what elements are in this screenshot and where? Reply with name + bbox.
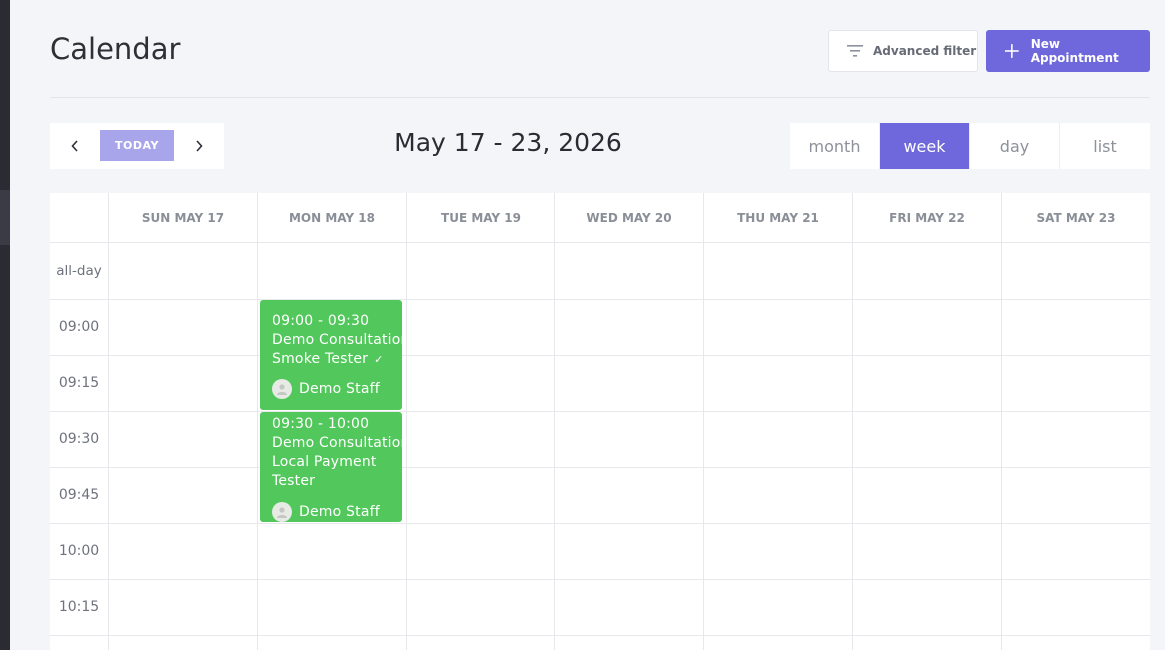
grid-column-line	[554, 193, 555, 650]
grid-row-line	[50, 635, 1150, 636]
grid-column-line	[406, 193, 407, 650]
grid-column-line	[257, 193, 258, 650]
plus-icon	[1004, 44, 1019, 58]
grid-column-line	[1001, 193, 1002, 650]
event-staff: Demo Staff	[272, 502, 402, 522]
header-divider	[50, 97, 1150, 98]
new-appointment-label: New Appointment	[1030, 37, 1119, 65]
week-calendar-grid: SUN MAY 17 MON MAY 18 TUE MAY 19 WED MAY…	[50, 193, 1150, 650]
new-appointment-button[interactable]: New Appointment	[986, 30, 1150, 72]
day-header-mon: MON MAY 18	[288, 211, 375, 225]
time-label: 09:15	[58, 375, 100, 391]
app-sidebar-edge	[0, 0, 10, 650]
view-day-button[interactable]: day	[970, 123, 1060, 169]
staff-name: Demo Staff	[299, 380, 380, 397]
time-label: 09:45	[58, 487, 100, 503]
check-icon: ✓	[374, 353, 384, 366]
date-navigation: TODAY	[50, 123, 224, 169]
appointment-event[interactable]: 09:30 - 10:00 Demo Consultation Local Pa…	[260, 412, 402, 522]
chevron-left-icon	[71, 140, 78, 152]
staff-avatar-icon	[272, 502, 292, 522]
chevron-right-icon	[196, 140, 203, 152]
event-customer: Local Payment Tester	[272, 454, 377, 489]
page-title: Calendar	[50, 32, 181, 66]
grid-column-line	[108, 193, 109, 650]
view-week-button[interactable]: week	[880, 123, 970, 169]
grid-row-line	[50, 467, 1150, 468]
grid-row-line	[50, 523, 1150, 524]
staff-name: Demo Staff	[299, 503, 380, 520]
today-button[interactable]: TODAY	[100, 130, 174, 161]
time-label: 09:30	[58, 431, 100, 447]
prev-week-button[interactable]	[50, 123, 100, 169]
view-month-button[interactable]: month	[790, 123, 880, 169]
day-header-fri: FRI MAY 22	[889, 211, 965, 225]
time-label: 10:00	[58, 543, 100, 559]
all-day-label: all-day	[56, 263, 102, 279]
view-switcher: month week day list	[790, 123, 1150, 169]
grid-row-line	[50, 355, 1150, 356]
grid-column-line	[703, 193, 704, 650]
event-service: Demo Consultation	[272, 332, 402, 348]
event-time: 09:00 - 09:30	[272, 313, 370, 329]
advanced-filter-label: Advanced filter	[873, 44, 977, 58]
grid-row-line	[50, 299, 1150, 300]
day-header-wed: WED MAY 20	[586, 211, 672, 225]
advanced-filter-button[interactable]: Advanced filter	[828, 30, 978, 72]
time-label: 09:00	[58, 319, 100, 335]
date-range-title: May 17 - 23, 2026	[394, 128, 622, 157]
day-header-sat: SAT MAY 23	[1036, 211, 1116, 225]
appointment-event[interactable]: 09:00 - 09:30 Demo Consultation Smoke Te…	[260, 300, 402, 410]
event-time: 09:30 - 10:00	[272, 416, 370, 432]
event-service: Demo Consultation	[272, 435, 402, 451]
day-header-sun: SUN MAY 17	[141, 211, 225, 225]
filter-icon	[847, 45, 863, 57]
event-customer: Smoke Tester	[272, 351, 369, 367]
time-label: 10:15	[58, 599, 100, 615]
day-header-tue: TUE MAY 19	[441, 211, 521, 225]
next-week-button[interactable]	[174, 123, 224, 169]
view-list-button[interactable]: list	[1060, 123, 1150, 169]
sidebar-active-marker	[0, 190, 10, 245]
grid-column-line	[852, 193, 853, 650]
day-header-thu: THU MAY 21	[737, 211, 819, 225]
event-staff: Demo Staff	[272, 379, 402, 399]
grid-row-line	[50, 411, 1150, 412]
grid-row-line	[50, 579, 1150, 580]
staff-avatar-icon	[272, 379, 292, 399]
